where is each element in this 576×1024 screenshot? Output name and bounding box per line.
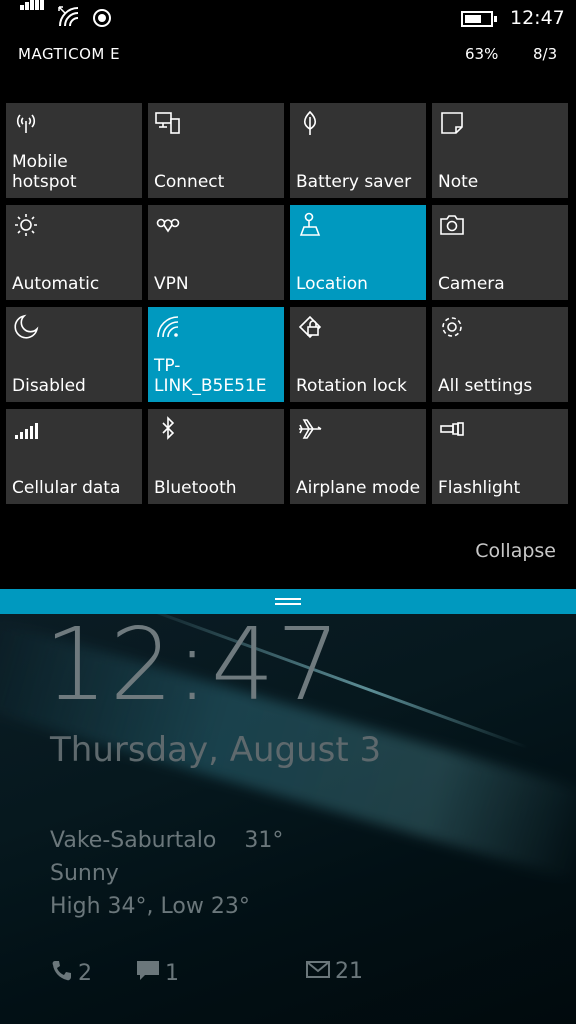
hotspot-icon (16, 114, 36, 133)
vpn-icon (156, 218, 180, 233)
carrier-name: MAGTICOM E (18, 45, 121, 63)
airplane-icon (299, 419, 322, 439)
emails-count: 21 (335, 959, 363, 984)
missed-calls-count: 2 (78, 961, 92, 986)
tile-location[interactable]: Location (290, 205, 426, 300)
tile-label: All settings (438, 376, 533, 396)
moon-icon (14, 314, 39, 339)
messages-count: 1 (165, 961, 179, 986)
nfc-icon (93, 9, 111, 27)
note-icon (441, 112, 463, 134)
cellular-icon (15, 423, 38, 439)
tile-label: Disabled (12, 376, 86, 396)
weather-location: Vake-Saburtalo 31° (50, 828, 283, 853)
tile-all-settings[interactable]: All settings (432, 307, 568, 402)
tile-wifi[interactable]: TP- LINK_B5E51E (148, 307, 284, 402)
tile-label: Location (296, 274, 368, 294)
tile-label: Camera (438, 274, 505, 294)
tile-airplane-mode[interactable]: Airplane mode (290, 409, 426, 504)
tile-bluetooth[interactable]: Bluetooth (148, 409, 284, 504)
wifi-icon (157, 316, 179, 338)
lock-screen-time: 12:47 (44, 614, 343, 723)
message-icon (137, 961, 159, 980)
tile-label: Rotation lock (296, 376, 407, 396)
battery-percent: 63% (465, 45, 499, 63)
tile-label: Flashlight (438, 478, 521, 498)
weather-condition: Sunny (50, 861, 119, 886)
tile-flashlight[interactable]: Flashlight (432, 409, 568, 504)
tile-vpn[interactable]: VPN (148, 205, 284, 300)
connect-icon (155, 112, 180, 134)
phone-icon (52, 961, 71, 981)
tile-label: Battery saver (296, 172, 412, 192)
emails: 21 (305, 959, 363, 984)
weather-temperature: 31° (244, 828, 284, 853)
lock-screen-date: Thursday, August 3 (50, 730, 382, 770)
tile-label: Note (438, 172, 479, 192)
battery-saver-icon (303, 110, 317, 135)
tile-camera[interactable]: Camera (432, 205, 568, 300)
weather-location-name: Vake-Saburtalo (50, 828, 217, 853)
tile-brightness[interactable]: Automatic (6, 205, 142, 300)
camera-icon (440, 215, 464, 235)
weather-high-low: High 34°, Low 23° (50, 894, 250, 919)
bluetooth-icon (162, 416, 175, 440)
tile-label: TP- LINK_B5E51E (154, 356, 267, 396)
drag-handle[interactable] (0, 589, 576, 614)
tile-battery-saver[interactable]: Battery saver (290, 103, 426, 198)
tile-label: Cellular data (12, 478, 121, 498)
tile-cellular-data[interactable]: Cellular data (6, 409, 142, 504)
missed-calls: 2 (50, 959, 92, 986)
mail-icon (306, 961, 330, 978)
tile-rotation-lock[interactable]: Rotation lock (290, 307, 426, 402)
tile-label: VPN (154, 274, 189, 294)
collapse-button[interactable]: Collapse (475, 540, 556, 562)
gear-icon (442, 317, 462, 337)
tile-label: Mobile hotspot (12, 152, 77, 192)
tile-label: Automatic (12, 274, 100, 294)
status-time: 12:47 (510, 7, 565, 29)
tile-note[interactable]: Note (432, 103, 568, 198)
tile-quiet-hours[interactable]: Disabled (6, 307, 142, 402)
wifi-status-icon (58, 6, 79, 27)
location-icon (299, 212, 321, 236)
rotation-lock-icon (298, 315, 322, 339)
flashlight-icon (440, 422, 464, 436)
tile-label: Airplane mode (296, 478, 421, 498)
lock-screen: 12:47 Thursday, August 3 Vake-Saburtalo 3… (0, 614, 576, 1024)
status-date: 8/3 (533, 45, 558, 63)
tile-connect[interactable]: Connect (148, 103, 284, 198)
battery-icon (461, 11, 497, 27)
messages: 1 (135, 959, 179, 986)
tile-label: Bluetooth (154, 478, 237, 498)
status-bar: 12:47 (0, 0, 576, 40)
brightness-icon (15, 214, 37, 236)
tile-mobile-hotspot[interactable]: Mobile hotspot (6, 103, 142, 198)
tile-label: Connect (154, 172, 225, 192)
